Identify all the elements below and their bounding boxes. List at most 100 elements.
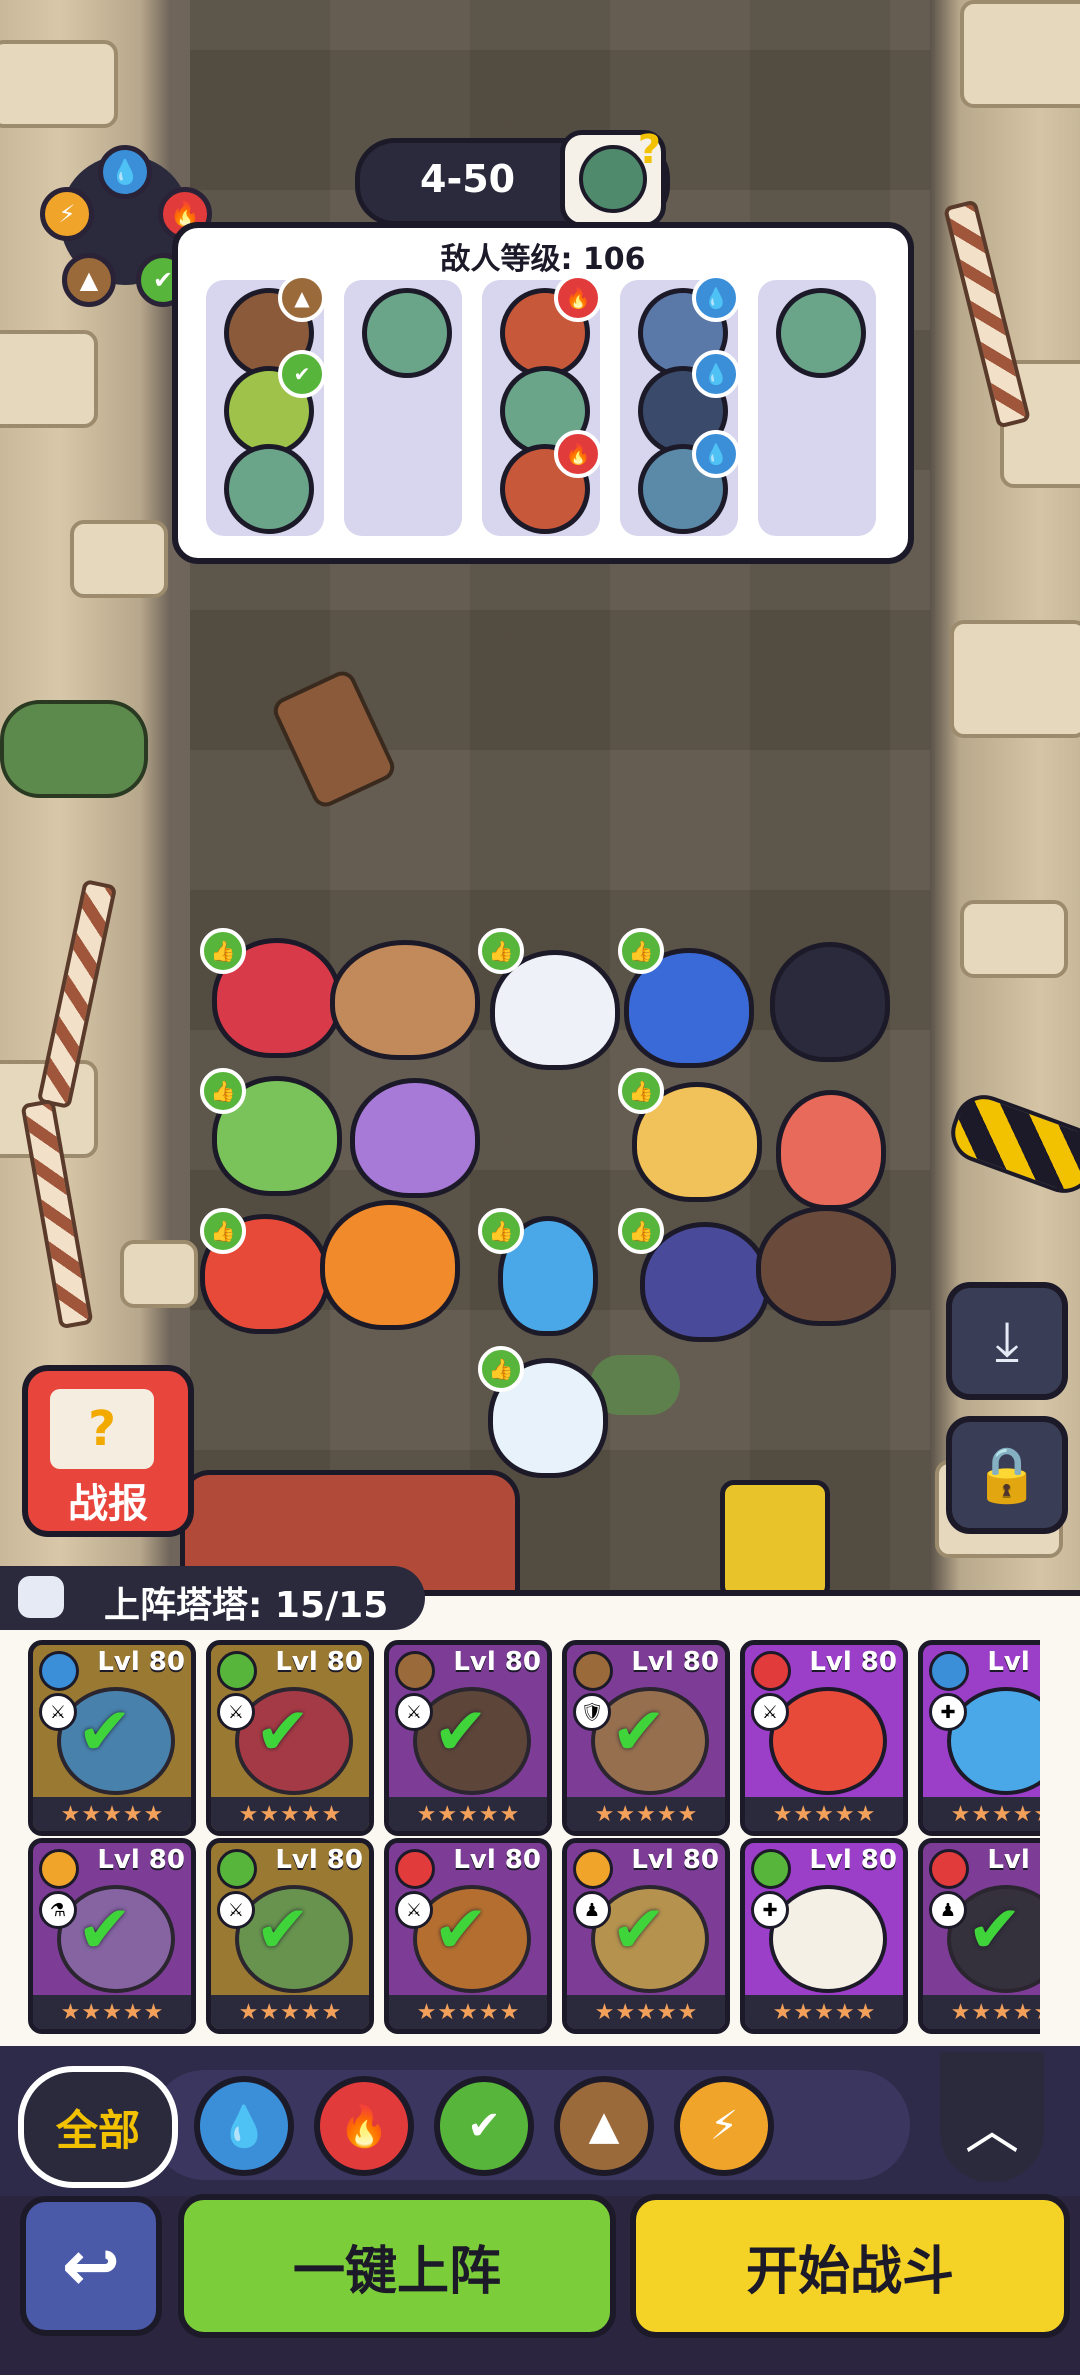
role-icon: ⚔ [217,1693,255,1731]
battle-report-button[interactable]: ? 战报 [22,1365,194,1537]
card-list[interactable]: ⚔ Lvl 80 ✔ ★ ★ ★ ★ ★ ⚔ Lvl 80 ✔ ★ ★ ★ ★ ★ ⚔ Lvl … [0,1636,1040,2046]
card-level: Lvl 80 [453,1647,541,1677]
tower-card[interactable]: ⚔ Lvl 80 ★ ★ ★ ★ ★ [740,1640,908,1836]
card-level: Lvl 80 [631,1647,719,1677]
role-icon: 🛡 [573,1693,611,1731]
tower-card[interactable]: ⚔ Lvl 80 ✔ ★ ★ ★ ★ ★ [384,1640,552,1836]
plus-icon: ✚ [929,1693,967,1731]
tower-hamster[interactable] [330,940,480,1060]
thumbs-up-icon: 👍 [478,1208,524,1254]
earth-icon [395,1651,435,1691]
tower-boar-brown[interactable] [756,1206,896,1326]
filter-bolt-button[interactable]: ⚡ [674,2076,774,2176]
star-rating: ★★★★★ [211,1995,369,2029]
start-battle-button[interactable]: 开始战斗 [630,2194,1070,2338]
role-icon: ⚗ [39,1891,77,1929]
card-level: Lvl 80 [275,1845,363,1875]
role-icon: ⚔ [751,1693,789,1731]
water-icon [39,1651,79,1691]
star-rating: ★★★★★ [211,1797,369,1831]
bolt-icon: ⚡ [709,2103,739,2149]
card-level: Lvl 80 [809,1845,897,1875]
role-icon: ⚔ [395,1891,433,1929]
tower-card[interactable]: ✚ Lvl 80 ★★★★★ [740,1838,908,2034]
lock-icon: 🔒 [973,1443,1041,1506]
tower-fire-monkey[interactable] [320,1200,460,1330]
fire-icon [751,1651,791,1691]
auto-deploy-button[interactable]: 一键上阵 [178,2194,616,2338]
tower-unicorn[interactable] [350,1078,480,1198]
check-icon: ✔ [77,1693,133,1770]
deploy-count-label: 上阵塔塔: 15/15 [104,1585,389,1626]
bolt-icon [39,1849,79,1889]
star-rating: ★★★★★ [33,1995,191,2029]
check-icon: ✔ [433,1891,489,1968]
tower-card[interactable]: ⚔ Lvl 80 ✔ ★ ★ ★ ★ ★ [206,1640,374,1836]
star-rating: ★★★★★ [923,1797,1040,1831]
star-rating: ★★★★★ [567,1995,725,2029]
tower-card[interactable]: ♟ Lvl 80 ✔ ★★★★★ [562,1838,730,2034]
earth-icon [573,1651,613,1691]
battle-report-label: 战报 [68,1481,148,1527]
role-icon: ⚔ [39,1693,77,1731]
card-level: Lvl 80 [275,1647,363,1677]
tower-card[interactable]: ⚔ Lvl 80 ✔ ★ ★ ★ ★ ★ [384,1838,552,2034]
filter-earth-button[interactable]: ▲ [554,2076,654,2176]
tower-card[interactable]: ♟ Lvl 80 ✔ ★★★★★ [918,1838,1040,2034]
cat-face-icon [18,1576,64,1618]
star-rating: ★★★★★ [389,1995,547,2029]
card-level: Lvl 80 [453,1845,541,1875]
tower-card[interactable]: ⚗ Lvl 80 ✔ ★ ★ ★ ★ ★ [28,1838,196,2034]
thumbs-up-icon: 👍 [618,1208,664,1254]
water-icon: 💧 [219,2103,269,2150]
thumbs-up-icon: 👍 [478,1346,524,1392]
download-button[interactable]: ⤓ [946,1282,1068,1400]
filter-all-button[interactable]: 全部 [18,2066,178,2188]
fire-icon: 🔥 [339,2103,389,2150]
thumbs-up-icon: 👍 [200,1208,246,1254]
tower-card[interactable]: ⚔ Lvl 80 ✔ ★ ★ ★ ★ ★ [28,1640,196,1836]
role-icon: ♟ [573,1891,611,1929]
bolt-icon [573,1849,613,1889]
leaf-icon: ✔ [467,2103,501,2149]
role-icon: ⚔ [217,1891,255,1929]
question-icon: ? [50,1389,154,1469]
tower-fox[interactable] [770,942,890,1062]
check-icon: ✔ [255,1693,311,1770]
leaf-icon [217,1651,257,1691]
tower-card[interactable]: ⚔ Lvl 80 ✔ ★ ★ ★ ★ ★ [206,1838,374,2034]
filter-fire-button[interactable]: 🔥 [314,2076,414,2176]
thumbs-up-icon: 👍 [478,928,524,974]
role-icon: ♟ [929,1891,967,1929]
check-icon: ✔ [77,1891,133,1968]
water-icon [929,1651,969,1691]
deploy-count-header: 上阵塔塔: 15/15 [0,1566,425,1630]
star-rating: ★★★★★ [389,1797,547,1831]
filter-water-button[interactable]: 💧 [194,2076,294,2176]
lock-button[interactable]: 🔒 [946,1416,1068,1534]
role-icon: ⚔ [395,1693,433,1731]
download-icon: ⤓ [995,1309,1019,1372]
card-level: Lvl 80 [631,1845,719,1875]
check-icon: ✔ [611,1891,667,1968]
tower-pig-pot[interactable] [776,1090,886,1210]
tower-card[interactable]: ✚ Lvl 80 ★★★★★ [918,1640,1040,1836]
check-icon: ✔ [255,1891,311,1968]
check-icon: ✔ [967,1891,1023,1968]
filter-leaf-button[interactable]: ✔ [434,2076,534,2176]
fire-icon [929,1849,969,1889]
card-level: Lvl 80 [97,1845,185,1875]
earth-icon: ▲ [588,2103,620,2149]
star-rating: ★★★★★ [923,1995,1040,2029]
fire-icon [395,1849,435,1889]
check-icon: ✔ [611,1693,667,1770]
card-level: Lvl 80 [987,1845,1040,1875]
chevron-up-icon: ︿ [965,2098,1019,2161]
back-button[interactable]: ↩ [20,2196,162,2336]
expand-tray-button[interactable]: ︿ [940,2052,1044,2182]
star-rating: ★★★★★ [567,1797,725,1831]
star-rating: ★★★★★ [745,1797,903,1831]
tower-grid: 👍 👍 👍 👍 👍 👍 👍 👍 👍 [0,0,1080,1590]
tower-card[interactable]: 🛡 Lvl 80 ✔ ★ ★ ★ ★ ★ [562,1640,730,1836]
card-level: Lvl 80 [987,1647,1040,1677]
